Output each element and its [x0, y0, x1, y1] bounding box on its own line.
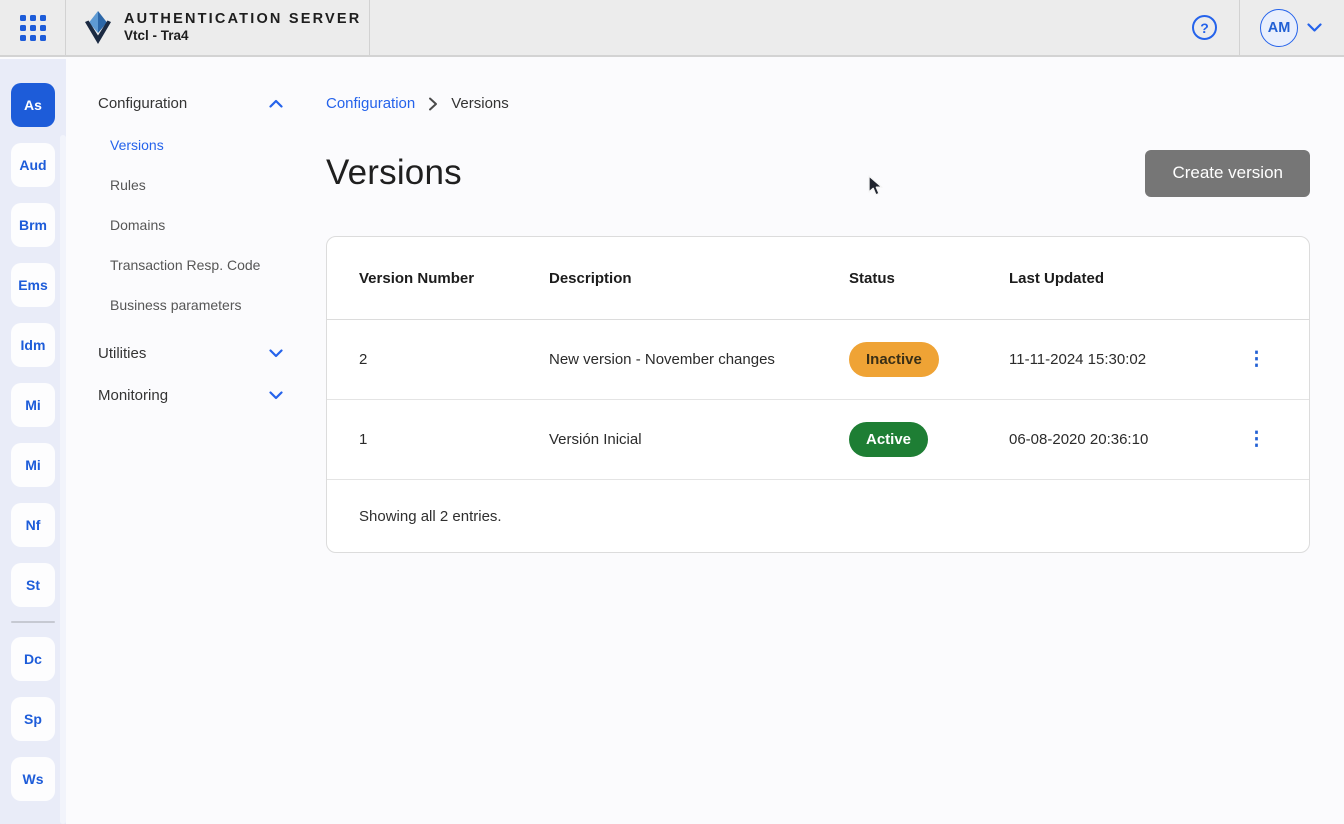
cell-version-number: 2: [359, 351, 549, 368]
sidebar-nav: Configuration VersionsRulesDomainsTransa…: [66, 59, 311, 824]
nav-section-label: Utilities: [98, 345, 146, 362]
gem-logo-icon: [83, 10, 113, 46]
nav-section-label: Configuration: [98, 95, 187, 112]
cell-last-updated: 06-08-2020 20:36:10: [1009, 431, 1244, 448]
rail-item-brm[interactable]: Brm: [11, 203, 55, 247]
kebab-menu-icon[interactable]: ⋮: [1247, 349, 1266, 370]
brand-text: AUTHENTICATION SERVER Vtcl - Tra4: [124, 10, 361, 45]
rail-item-aud[interactable]: Aud: [11, 143, 55, 187]
status-badge: Inactive: [849, 342, 939, 377]
table-row: 2 New version - November changes Inactiv…: [327, 320, 1309, 400]
rail-item-nf[interactable]: Nf: [11, 503, 55, 547]
cell-version-number: 1: [359, 431, 549, 448]
breadcrumb-link-configuration[interactable]: Configuration: [326, 95, 415, 112]
entries-count-text: Showing all 2 entries.: [359, 508, 502, 525]
nav-section-header[interactable]: Utilities: [66, 339, 311, 367]
column-header-last-updated: Last Updated: [1009, 270, 1244, 287]
nav-section-label: Monitoring: [98, 387, 168, 404]
table-row: 1 Versión Inicial Active 06-08-2020 20:3…: [327, 400, 1309, 480]
chevron-down-icon: [269, 99, 283, 108]
user-menu[interactable]: AM: [1240, 0, 1344, 55]
rail-item-mi[interactable]: Mi: [11, 443, 55, 487]
create-version-button[interactable]: Create version: [1145, 150, 1310, 197]
rail-item-ems[interactable]: Ems: [11, 263, 55, 307]
kebab-menu-icon[interactable]: ⋮: [1247, 429, 1266, 450]
rail-divider: [11, 621, 55, 623]
cell-actions: ⋮: [1244, 350, 1269, 369]
column-header-status: Status: [849, 270, 1009, 287]
rail-item-idm[interactable]: Idm: [11, 323, 55, 367]
apps-grid-button[interactable]: [0, 0, 66, 55]
chevron-down-icon: [269, 391, 283, 400]
versions-table: Version Number Description Status Last U…: [326, 236, 1310, 553]
breadcrumb: Configuration Versions: [326, 95, 1310, 112]
app-title: AUTHENTICATION SERVER: [124, 10, 361, 28]
sidebar-item-business-parameters[interactable]: Business parameters: [66, 285, 311, 325]
topbar: AUTHENTICATION SERVER Vtcl - Tra4 ? AM: [0, 0, 1344, 57]
cell-description: Versión Inicial: [549, 431, 849, 448]
app-rail: As Aud Brm Ems Idm Mi Mi Nf St Dc Sp Ws: [0, 59, 66, 824]
nav-sublist: VersionsRulesDomainsTransaction Resp. Co…: [66, 125, 311, 325]
column-header-description: Description: [549, 270, 849, 287]
nav-section-header[interactable]: Configuration: [66, 89, 311, 117]
status-badge: Active: [849, 422, 928, 457]
sidebar-item-transaction-resp-code[interactable]: Transaction Resp. Code: [66, 245, 311, 285]
apps-grid-icon: [20, 15, 46, 41]
avatar: AM: [1260, 9, 1298, 47]
cell-last-updated: 11-11-2024 15:30:02: [1009, 351, 1244, 368]
nav-section: Configuration VersionsRulesDomainsTransa…: [66, 89, 311, 325]
breadcrumb-current: Versions: [451, 95, 509, 112]
chevron-down-icon: [1307, 23, 1322, 32]
page-title: Versions: [326, 153, 462, 193]
rail-item-ws[interactable]: Ws: [11, 757, 55, 801]
table-header-row: Version Number Description Status Last U…: [327, 237, 1309, 320]
sidebar-item-rules[interactable]: Rules: [66, 165, 311, 205]
chevron-down-icon: [269, 349, 283, 358]
nav-section-header[interactable]: Monitoring: [66, 381, 311, 409]
app-subtitle: Vtcl - Tra4: [124, 28, 361, 45]
sidebar-item-versions[interactable]: Versions: [66, 125, 311, 165]
column-header-version-number: Version Number: [359, 270, 549, 287]
brand: AUTHENTICATION SERVER Vtcl - Tra4: [66, 0, 370, 55]
rail-item-dc[interactable]: Dc: [11, 637, 55, 681]
versions-table-body: 2 New version - November changes Inactiv…: [327, 320, 1309, 480]
cell-description: New version - November changes: [549, 351, 849, 368]
sidebar-item-domains[interactable]: Domains: [66, 205, 311, 245]
cell-actions: ⋮: [1244, 430, 1269, 449]
rail-item-st[interactable]: St: [11, 563, 55, 607]
rail-item-as[interactable]: As: [11, 83, 55, 127]
main-content: Configuration Versions Versions Create v…: [311, 59, 1344, 824]
nav-section: Monitoring: [66, 381, 311, 409]
nav-section: Utilities: [66, 339, 311, 367]
rail-item-mi[interactable]: Mi: [11, 383, 55, 427]
help-icon[interactable]: ?: [1192, 15, 1217, 40]
rail-item-sp[interactable]: Sp: [11, 697, 55, 741]
cell-status: Active: [849, 422, 1009, 457]
table-footer: Showing all 2 entries.: [327, 480, 1309, 552]
breadcrumb-chevron-icon: [428, 97, 438, 111]
cell-status: Inactive: [849, 342, 1009, 377]
